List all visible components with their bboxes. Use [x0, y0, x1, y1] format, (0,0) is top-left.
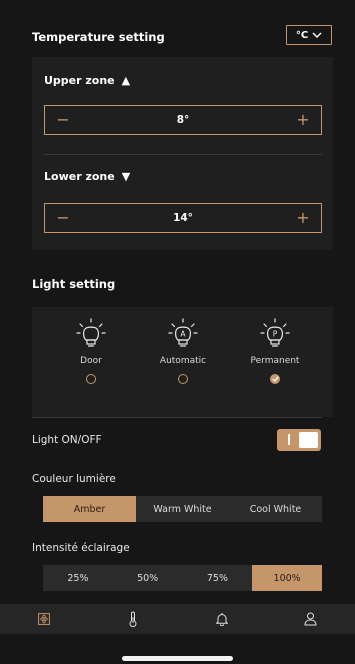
unit-value: °C	[295, 29, 309, 41]
arrow-down-icon: ▼	[121, 170, 131, 183]
light-intensity-label: Intensité éclairage	[32, 542, 130, 554]
temperature-section-title: Temperature setting	[32, 30, 165, 44]
lower-decrease-button[interactable]: −	[55, 210, 71, 226]
color-option-warm-white[interactable]: Warm White	[136, 496, 229, 522]
lower-zone-text: Lower zone	[44, 170, 115, 183]
cellar-icon	[38, 613, 51, 625]
lower-zone-stepper: − 14° +	[44, 203, 322, 233]
mode-radio-checked[interactable]	[270, 374, 280, 384]
mode-door[interactable]: Door	[56, 318, 126, 384]
chevron-down-icon	[312, 32, 322, 38]
mode-letter: P	[273, 330, 278, 339]
nav-cellar[interactable]	[9, 613, 79, 625]
bulb-icon	[76, 318, 106, 347]
mode-automatic[interactable]: A Automatic	[148, 318, 218, 384]
mode-radio[interactable]	[178, 374, 188, 384]
nav-notifications[interactable]	[187, 612, 257, 626]
nav-profile[interactable]	[276, 612, 346, 626]
light-divider	[32, 417, 322, 418]
mode-permanent[interactable]: P Permanent	[240, 318, 310, 384]
lower-zone-value: 14°	[173, 212, 193, 224]
light-onoff-label: Light ON/OFF	[32, 434, 102, 446]
color-option-amber[interactable]: Amber	[43, 496, 136, 522]
intensity-option-100[interactable]: 100%	[252, 565, 322, 591]
lower-increase-button[interactable]: +	[295, 210, 311, 226]
color-option-cool-white[interactable]: Cool White	[229, 496, 322, 522]
upper-zone-stepper: − 8° +	[44, 105, 322, 135]
lower-zone-label: Lower zone ▼	[44, 170, 130, 183]
bottom-nav	[0, 604, 355, 634]
upper-zone-text: Upper zone	[44, 74, 115, 87]
light-section-title: Light setting	[32, 277, 116, 291]
upper-decrease-button[interactable]: −	[55, 112, 71, 128]
zone-divider	[44, 154, 322, 155]
home-indicator[interactable]	[122, 656, 233, 661]
mode-label: Automatic	[159, 356, 207, 366]
upper-zone-value: 8°	[176, 114, 190, 126]
toggle-on-mark	[288, 434, 290, 445]
upper-increase-button[interactable]: +	[295, 112, 311, 128]
arrow-up-icon: ▲	[121, 74, 131, 87]
check-icon	[271, 376, 279, 382]
bulb-automatic-icon: A	[168, 318, 198, 347]
nav-temperature[interactable]	[98, 611, 168, 627]
upper-zone-label: Upper zone ▲	[44, 74, 130, 87]
user-icon	[304, 612, 317, 626]
bulb-permanent-icon: P	[260, 318, 290, 347]
bell-icon	[215, 613, 228, 626]
light-intensity-selector: 25% 50% 75% 100%	[43, 565, 322, 591]
mode-label: Door	[80, 356, 102, 366]
unit-select[interactable]: °C	[286, 25, 332, 45]
mode-letter: A	[180, 330, 186, 339]
intensity-option-75[interactable]: 75%	[183, 565, 253, 591]
light-toggle[interactable]	[277, 429, 321, 451]
mode-radio[interactable]	[86, 374, 96, 384]
intensity-option-50[interactable]: 50%	[113, 565, 183, 591]
light-color-selector: Amber Warm White Cool White	[43, 496, 322, 522]
light-color-label: Couleur lumière	[32, 473, 116, 485]
intensity-option-25[interactable]: 25%	[43, 565, 113, 591]
toggle-knob	[299, 432, 318, 448]
thermometer-icon	[129, 611, 137, 627]
mode-label: Permanent	[250, 356, 300, 366]
